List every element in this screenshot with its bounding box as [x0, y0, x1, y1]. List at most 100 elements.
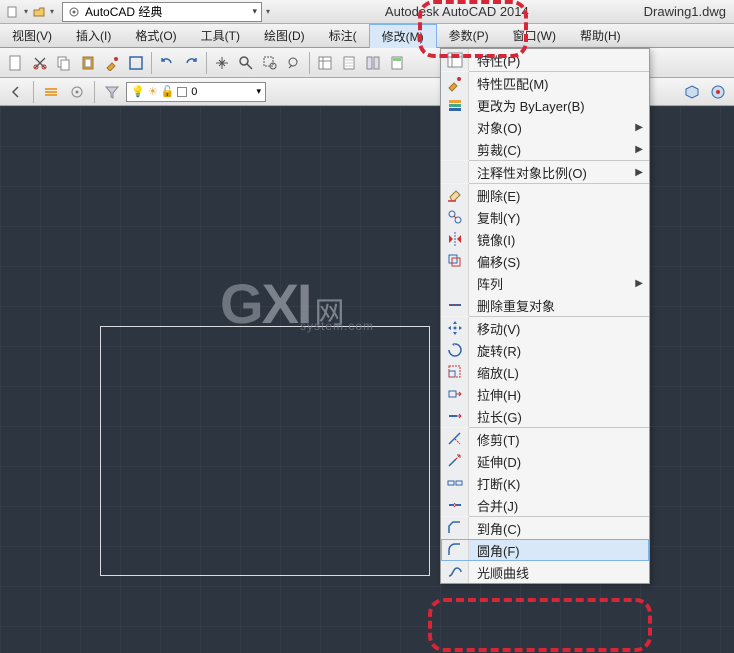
workspace-combo[interactable]: AutoCAD 经典 ▾ [62, 2, 262, 22]
layer-filter-icon[interactable] [100, 80, 124, 104]
menuitem-label: 阵列 [469, 274, 635, 293]
submenu-arrow-icon: ▶ [635, 278, 643, 289]
copy-icon[interactable] [52, 51, 76, 75]
zoom-previous-icon[interactable] [282, 51, 306, 75]
menu-1[interactable]: 插入(I) [64, 24, 123, 47]
blank-icon [441, 116, 469, 138]
layer-previous-icon[interactable] [4, 80, 28, 104]
menuitem-mirror[interactable]: 镜像(I) [441, 228, 649, 250]
color-swatch [177, 87, 187, 97]
menuitem-move[interactable]: 移动(V) [441, 317, 649, 339]
qat-new-icon[interactable] [4, 3, 22, 21]
trim-icon [441, 428, 469, 450]
menu-2[interactable]: 格式(O) [123, 24, 188, 47]
menuitem-erase[interactable]: 删除(E) [441, 184, 649, 206]
menu-5[interactable]: 标注( [317, 24, 369, 47]
menuitem-stretch[interactable]: 拉伸(H) [441, 383, 649, 405]
menuitem-copy[interactable]: 复制(Y) [441, 206, 649, 228]
layer-states-icon[interactable] [65, 80, 89, 104]
menuitem-blend[interactable]: 光顺曲线 [441, 561, 649, 583]
chevron-down-icon[interactable]: ▾ [24, 7, 28, 16]
menuitem-break[interactable]: 打断(K) [441, 472, 649, 494]
menuitem-label: 打断(K) [469, 474, 643, 493]
blend-icon [441, 561, 469, 583]
menuitem-fillet[interactable]: 圆角(F) [441, 539, 649, 561]
menuitem-offset[interactable]: 偏移(S) [441, 250, 649, 272]
menuitem-chamfer[interactable]: 到角(C) [441, 517, 649, 539]
zoom-icon[interactable] [234, 51, 258, 75]
copy-icon [441, 206, 469, 228]
separator [309, 52, 310, 74]
menu-7[interactable]: 参数(P) [437, 24, 501, 47]
new-icon[interactable] [4, 51, 28, 75]
menuitem-label: 旋转(R) [469, 341, 643, 360]
menu-9[interactable]: 帮助(H) [568, 24, 633, 47]
rotate-icon [441, 339, 469, 361]
menuitem-label: 偏移(S) [469, 252, 643, 271]
rectangle-entity[interactable] [100, 326, 430, 576]
menuitem-label: 剪裁(C) [469, 140, 635, 159]
menuitem-label: 复制(Y) [469, 208, 643, 227]
menu-6[interactable]: 修改(M) [369, 24, 437, 48]
pan-icon[interactable] [210, 51, 234, 75]
menuitem-label: 特性匹配(M) [469, 74, 643, 93]
workspace-label: AutoCAD 经典 [85, 3, 162, 20]
separator [33, 81, 34, 103]
menuitem-deldup[interactable]: 删除重复对象 [441, 294, 649, 316]
properties-icon [441, 49, 469, 71]
sheet-icon[interactable] [337, 51, 361, 75]
menuitem-label: 修剪(T) [469, 430, 643, 449]
menuitem-matchprop[interactable]: 特性匹配(M) [441, 72, 649, 94]
menuitem-对象(O)[interactable]: 对象(O)▶ [441, 116, 649, 138]
submenu-arrow-icon: ▶ [635, 167, 643, 178]
menu-8[interactable]: 窗口(W) [501, 24, 568, 47]
menuitem-trim[interactable]: 修剪(T) [441, 428, 649, 450]
menuitem-label: 拉伸(H) [469, 385, 643, 404]
undo-icon[interactable] [155, 51, 179, 75]
menu-bar: 视图(V)插入(I)格式(O)工具(T)绘图(D)标注(修改(M)参数(P)窗口… [0, 24, 734, 48]
menu-0[interactable]: 视图(V) [0, 24, 64, 47]
menuitem-rotate[interactable]: 旋转(R) [441, 339, 649, 361]
menu-3[interactable]: 工具(T) [189, 24, 252, 47]
toolpalette-icon[interactable] [361, 51, 385, 75]
mirror-icon [441, 228, 469, 250]
cut-icon[interactable] [28, 51, 52, 75]
menuitem-阵列[interactable]: 阵列▶ [441, 272, 649, 294]
bylayer-icon [441, 94, 469, 116]
viewcube-icon[interactable] [680, 80, 704, 104]
stretch-icon [441, 383, 469, 405]
menuitem-properties[interactable]: 特性(P) [441, 49, 649, 71]
menu-4[interactable]: 绘图(D) [252, 24, 317, 47]
menuitem-label: 拉长(G) [469, 407, 643, 426]
menuitem-lengthen[interactable]: 拉长(G) [441, 405, 649, 427]
calc-icon[interactable] [385, 51, 409, 75]
block-icon[interactable] [124, 51, 148, 75]
menuitem-注释性对象比例(O)[interactable]: 注释性对象比例(O)▶ [441, 161, 649, 183]
properties-icon[interactable] [313, 51, 337, 75]
menuitem-label: 镜像(I) [469, 230, 643, 249]
navwheel-icon[interactable] [706, 80, 730, 104]
deldup-icon [441, 294, 469, 316]
qat-open-icon[interactable] [30, 3, 48, 21]
menuitem-extend[interactable]: 延伸(D) [441, 450, 649, 472]
paste-icon[interactable] [76, 51, 100, 75]
redo-icon[interactable] [179, 51, 203, 75]
menuitem-剪裁(C)[interactable]: 剪裁(C)▶ [441, 138, 649, 160]
menuitem-label: 更改为 ByLayer(B) [469, 96, 643, 115]
zoom-window-icon[interactable] [258, 51, 282, 75]
blank-icon [441, 138, 469, 160]
matchprop-icon[interactable] [100, 51, 124, 75]
layer-manager-icon[interactable] [39, 80, 63, 104]
menuitem-label: 到角(C) [469, 519, 643, 538]
lock-icon: 🔓 [161, 85, 175, 98]
layer-combo[interactable]: 💡 ☀ 🔓 0 ▾ [126, 82, 266, 102]
layer-name: 0 [191, 86, 197, 98]
menuitem-label: 延伸(D) [469, 452, 643, 471]
menuitem-label: 对象(O) [469, 118, 635, 137]
menuitem-join[interactable]: 合并(J) [441, 494, 649, 516]
chevron-down-icon[interactable]: ▾ [50, 7, 54, 16]
menuitem-scale[interactable]: 缩放(L) [441, 361, 649, 383]
chevron-down-icon: ▾ [256, 86, 261, 97]
menuitem-bylayer[interactable]: 更改为 ByLayer(B) [441, 94, 649, 116]
sun-icon: ☀ [148, 85, 158, 98]
